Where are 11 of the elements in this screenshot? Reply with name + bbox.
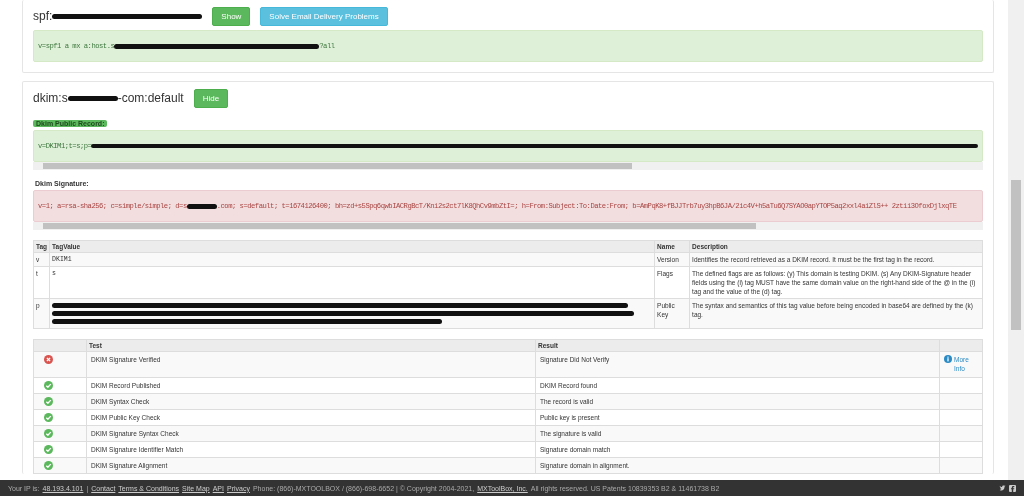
horizontal-scrollbar[interactable]: [33, 222, 983, 230]
record-title: dkim:s: [33, 91, 68, 105]
redaction-mark: [67, 95, 118, 101]
bird-icon[interactable]: [999, 484, 1006, 492]
horizontal-scrollbar[interactable]: [33, 162, 983, 170]
square-icon[interactable]: [1009, 484, 1016, 492]
redaction-mark: [186, 203, 217, 209]
info-icon: [944, 355, 952, 364]
record-title: -com:default: [117, 91, 184, 105]
record-title: spf:: [33, 9, 53, 23]
vertical-scrollbar[interactable]: [1008, 0, 1024, 480]
